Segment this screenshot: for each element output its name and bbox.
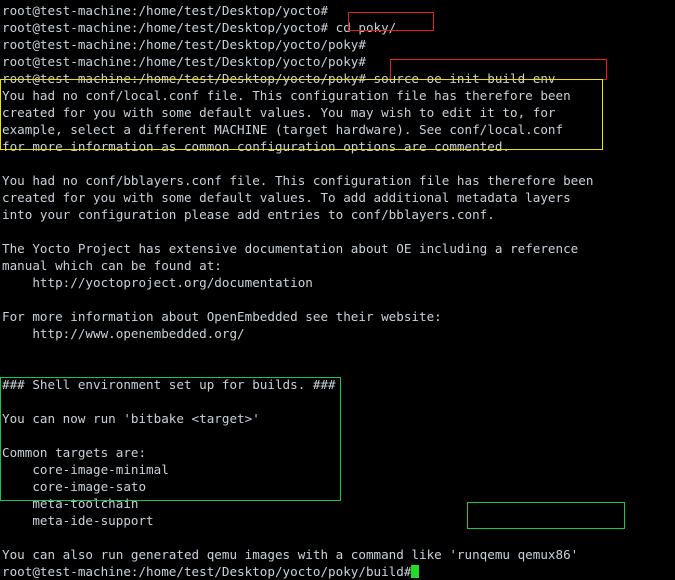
terminal-line-target: meta-toolchain — [2, 496, 139, 511]
terminal-line-target: core-image-sato — [2, 479, 147, 494]
terminal-line: created for you with some default values… — [2, 105, 556, 120]
terminal-line-url: http://www.openembedded.org/ — [2, 326, 245, 341]
terminal-line-target: core-image-minimal — [2, 462, 169, 477]
terminal-line: Common targets are: — [2, 445, 147, 460]
terminal-window[interactable]: root@test-machine:/home/test/Desktop/yoc… — [0, 0, 675, 579]
terminal-line-shell-env: ### Shell environment set up for builds.… — [2, 377, 336, 392]
terminal-line: root@test-machine:/home/test/Desktop/yoc… — [2, 3, 329, 18]
terminal-line: into your configuration please add entri… — [2, 207, 495, 222]
terminal-line: root@test-machine:/home/test/Desktop/yoc… — [2, 71, 556, 86]
terminal-line: You can also run generated qemu images w… — [2, 547, 579, 562]
terminal-line: for more information as common configura… — [2, 139, 510, 154]
terminal-line: manual which can be found at: — [2, 258, 222, 273]
terminal-line: root@test-machine:/home/test/Desktop/yoc… — [2, 37, 366, 52]
terminal-prompt-line[interactable]: root@test-machine:/home/test/Desktop/yoc… — [2, 563, 675, 580]
terminal-line: For more information about OpenEmbedded … — [2, 309, 442, 324]
terminal-line: root@test-machine:/home/test/Desktop/yoc… — [2, 20, 397, 35]
terminal-line: The Yocto Project has extensive document… — [2, 241, 579, 256]
terminal-line-url: http://yoctoproject.org/documentation — [2, 275, 313, 290]
terminal-screen[interactable]: root@test-machine:/home/test/Desktop/yoc… — [2, 0, 675, 580]
prompt-text: root@test-machine:/home/test/Desktop/yoc… — [2, 564, 412, 579]
terminal-line-target: meta-ide-support — [2, 513, 154, 528]
terminal-line: You can now run 'bitbake <target>' — [2, 411, 260, 426]
terminal-line: You had no conf/bblayers.conf file. This… — [2, 173, 594, 188]
terminal-line: created for you with some default values… — [2, 190, 571, 205]
terminal-line: example, select a different MACHINE (tar… — [2, 122, 564, 137]
text-cursor — [411, 565, 420, 578]
terminal-line: You had no conf/local.conf file. This co… — [2, 88, 571, 103]
terminal-line: root@test-machine:/home/test/Desktop/yoc… — [2, 54, 366, 69]
